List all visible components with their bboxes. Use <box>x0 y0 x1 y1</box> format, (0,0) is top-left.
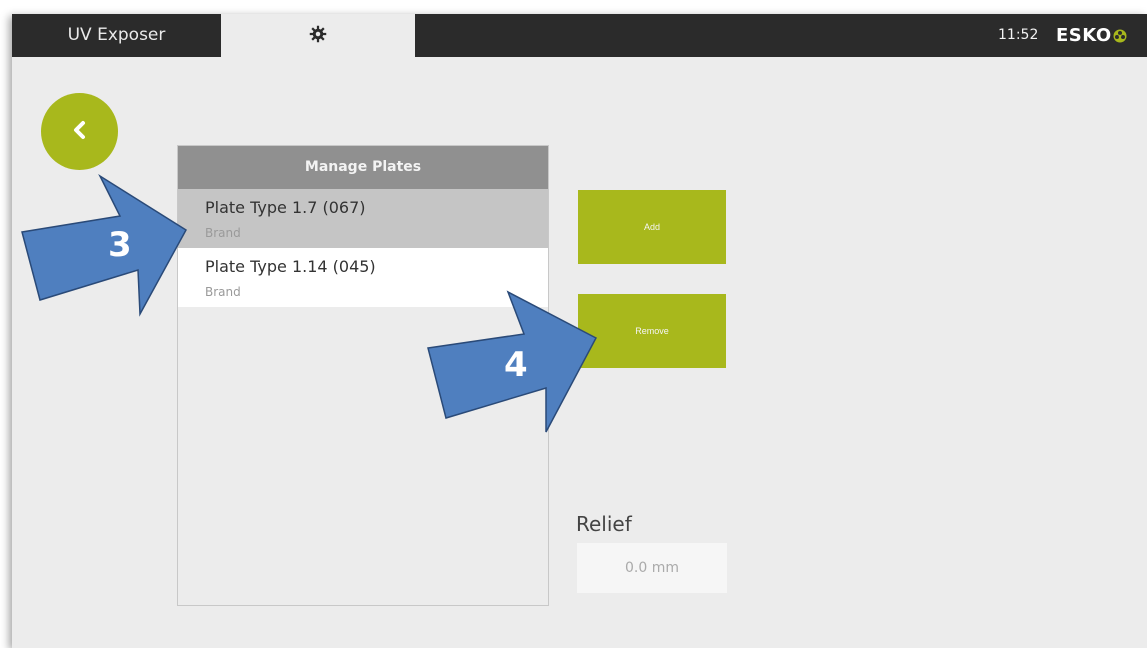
annotation-arrow-4: 4 <box>427 290 598 433</box>
annotation-overlay: 3 4 <box>21 173 598 433</box>
annotation-arrow-3: 3 <box>21 173 187 317</box>
annotation-number-4: 4 <box>504 345 528 385</box>
annotation-number-3: 3 <box>108 225 132 265</box>
